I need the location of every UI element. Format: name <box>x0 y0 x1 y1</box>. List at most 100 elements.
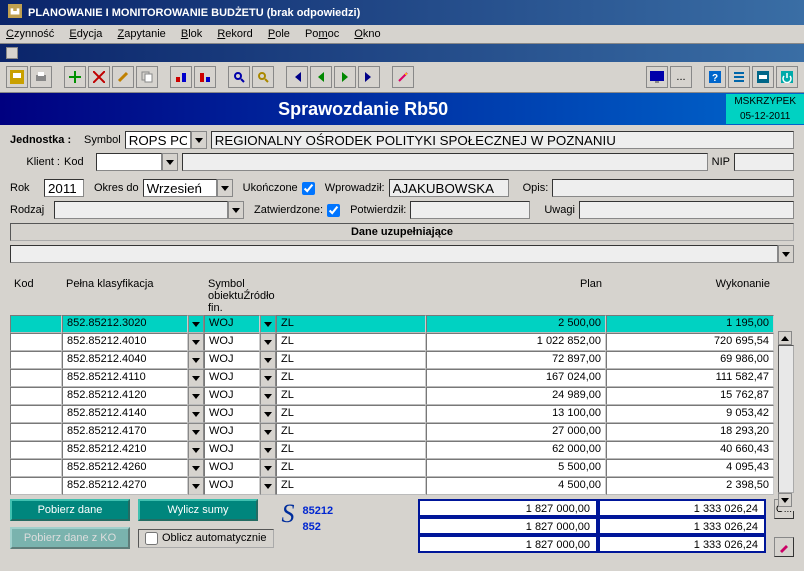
cell-kod[interactable] <box>10 405 62 423</box>
table-row[interactable]: 852.85212.4010WOJZL1 022 852,00720 695,5… <box>10 333 794 351</box>
cell-plan[interactable]: 4 500,00 <box>426 477 606 495</box>
cell-obj[interactable]: WOJ <box>204 315 260 333</box>
uwagi-input[interactable] <box>579 201 794 219</box>
table-row[interactable]: 852.85212.4210WOJZL62 000,0040 660,43 <box>10 441 794 459</box>
list-icon[interactable] <box>728 66 750 88</box>
klas-dropdown-icon[interactable] <box>188 315 204 333</box>
dane-dropdown-input[interactable] <box>10 245 778 263</box>
cell-obj[interactable]: WOJ <box>204 459 260 477</box>
obj-dropdown-icon[interactable] <box>260 387 276 405</box>
tool-a-icon[interactable] <box>170 66 192 88</box>
cell-obj[interactable]: WOJ <box>204 477 260 495</box>
table-row[interactable]: 852.85212.4270WOJZL4 500,002 398,50 <box>10 477 794 495</box>
cell-wyk[interactable]: 9 053,42 <box>606 405 774 423</box>
cell-plan[interactable]: 27 000,00 <box>426 423 606 441</box>
cell-wyk[interactable]: 15 762,87 <box>606 387 774 405</box>
obj-dropdown-icon[interactable] <box>260 441 276 459</box>
cell-obj[interactable]: WOJ <box>204 369 260 387</box>
table-row[interactable]: 852.85212.3020 WOJ ZL2 500,001 195,00 <box>10 315 794 333</box>
next-icon[interactable] <box>334 66 356 88</box>
cell-zrodlo[interactable]: ZL <box>276 315 426 333</box>
cell-plan[interactable]: 13 100,00 <box>426 405 606 423</box>
klas-dropdown-icon[interactable] <box>188 351 204 369</box>
cell-kod[interactable] <box>10 387 62 405</box>
scroll-down-icon[interactable] <box>778 493 792 507</box>
cell-plan[interactable]: 2 500,00 <box>426 315 606 333</box>
prev-icon[interactable] <box>310 66 332 88</box>
obj-dropdown-icon[interactable] <box>260 351 276 369</box>
cell-klas[interactable]: 852.85212.3020 <box>62 315 188 333</box>
obj-dropdown-icon[interactable] <box>260 405 276 423</box>
cell-kod[interactable] <box>10 477 62 495</box>
rodzaj-dropdown[interactable] <box>228 201 244 219</box>
klas-dropdown-icon[interactable] <box>188 441 204 459</box>
wand-icon[interactable] <box>392 66 414 88</box>
opis-input[interactable] <box>552 179 794 197</box>
screen-icon[interactable] <box>646 66 668 88</box>
cell-zrodlo[interactable]: ZL <box>276 423 426 441</box>
cell-kod[interactable] <box>10 423 62 441</box>
cell-obj[interactable]: WOJ <box>204 351 260 369</box>
cell-klas[interactable]: 852.85212.4140 <box>62 405 188 423</box>
tool-b-icon[interactable] <box>194 66 216 88</box>
cell-plan[interactable]: 72 897,00 <box>426 351 606 369</box>
cell-obj[interactable]: WOJ <box>204 405 260 423</box>
clear-icon[interactable] <box>112 66 134 88</box>
save-icon[interactable] <box>6 66 28 88</box>
pobierz-button[interactable]: Pobierz dane <box>10 499 130 521</box>
cell-obj[interactable]: WOJ <box>204 441 260 459</box>
cell-zrodlo[interactable]: ZL <box>276 333 426 351</box>
cell-kod[interactable] <box>10 351 62 369</box>
klas-dropdown-icon[interactable] <box>188 459 204 477</box>
kod-dropdown[interactable] <box>162 153 178 171</box>
table-row[interactable]: 852.85212.4120WOJZL24 989,0015 762,87 <box>10 387 794 405</box>
obj-dropdown-icon[interactable] <box>260 333 276 351</box>
add-icon[interactable] <box>64 66 86 88</box>
cell-wyk[interactable]: 4 095,43 <box>606 459 774 477</box>
cell-plan[interactable]: 24 989,00 <box>426 387 606 405</box>
klas-dropdown-icon[interactable] <box>188 423 204 441</box>
cell-zrodlo[interactable]: ZL <box>276 459 426 477</box>
key-icon[interactable] <box>752 66 774 88</box>
obj-dropdown-icon[interactable] <box>260 459 276 477</box>
menu-okno[interactable]: Okno <box>354 28 380 40</box>
search-icon[interactable] <box>228 66 250 88</box>
cell-zrodlo[interactable]: ZL <box>276 387 426 405</box>
obj-dropdown-icon[interactable] <box>260 477 276 495</box>
klas-dropdown-icon[interactable] <box>188 387 204 405</box>
klas-dropdown-icon[interactable] <box>188 369 204 387</box>
obj-dropdown-icon[interactable] <box>260 423 276 441</box>
cell-zrodlo[interactable]: ZL <box>276 477 426 495</box>
find-icon[interactable] <box>252 66 274 88</box>
table-row[interactable]: 852.85212.4110WOJZL167 024,00111 582,47 <box>10 369 794 387</box>
cell-klas[interactable]: 852.85212.4110 <box>62 369 188 387</box>
kod-input[interactable] <box>96 153 162 171</box>
exit-icon[interactable] <box>776 66 798 88</box>
klas-dropdown-icon[interactable] <box>188 477 204 495</box>
cell-plan[interactable]: 62 000,00 <box>426 441 606 459</box>
cell-klas[interactable]: 852.85212.4260 <box>62 459 188 477</box>
last-icon[interactable] <box>358 66 380 88</box>
table-row[interactable]: 852.85212.4170WOJZL27 000,0018 293,20 <box>10 423 794 441</box>
cell-kod[interactable] <box>10 315 62 333</box>
wylicz-button[interactable]: Wylicz sumy <box>138 499 258 521</box>
rodzaj-input[interactable] <box>54 201 228 219</box>
menu-blok[interactable]: Blok <box>181 28 202 40</box>
ukonczone-checkbox[interactable] <box>302 182 315 195</box>
cell-wyk[interactable]: 40 660,43 <box>606 441 774 459</box>
delete-icon[interactable] <box>88 66 110 88</box>
table-row[interactable]: 852.85212.4140 WOJ ZL13 100,009 053,42 <box>10 405 794 423</box>
menu-rekord[interactable]: Rekord <box>217 28 252 40</box>
cell-wyk[interactable]: 720 695,54 <box>606 333 774 351</box>
cell-kod[interactable] <box>10 369 62 387</box>
cell-kod[interactable] <box>10 459 62 477</box>
okres-input[interactable] <box>143 179 217 197</box>
cell-plan[interactable]: 167 024,00 <box>426 369 606 387</box>
cell-klas[interactable]: 852.85212.4010 <box>62 333 188 351</box>
cell-klas[interactable]: 852.85212.4120 <box>62 387 188 405</box>
cell-klas[interactable]: 852.85212.4040 <box>62 351 188 369</box>
jednostka-symbol-input[interactable] <box>125 131 191 149</box>
cell-wyk[interactable]: 1 195,00 <box>606 315 774 333</box>
cell-zrodlo[interactable]: ZL <box>276 405 426 423</box>
child-window-icon[interactable] <box>6 47 18 59</box>
